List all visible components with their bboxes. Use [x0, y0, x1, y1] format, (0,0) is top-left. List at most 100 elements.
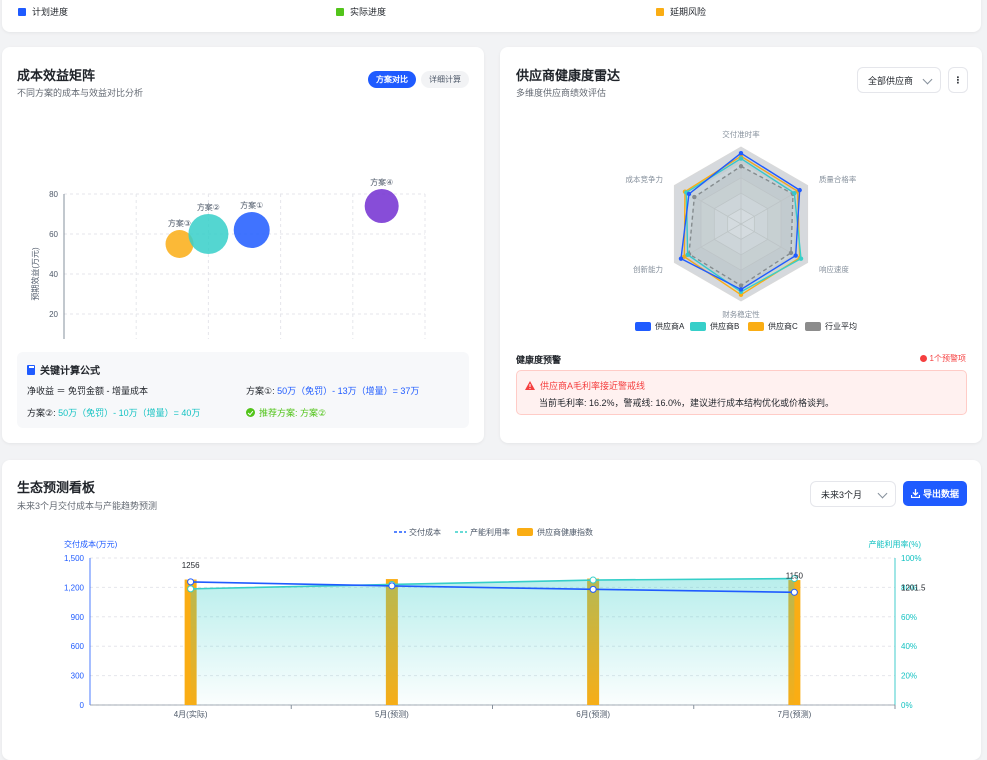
recommend-row: 推荐方案: 方案② — [246, 406, 326, 419]
formula-line-3: 方案②: 50万（免罚）- 10万（增量）= 40万 — [27, 408, 201, 418]
utilization-point — [187, 585, 195, 593]
annotation-label: 1201.5 — [901, 583, 926, 592]
legend-label: 产能利用率 — [470, 527, 510, 537]
cost-point — [790, 588, 798, 596]
forecast-legend-item: 交付成本 — [394, 527, 441, 537]
radar-point — [798, 256, 804, 261]
legend-actual: 实际进度 — [336, 5, 386, 18]
forecast-subtitle: 未来3个月交付成本与产能趋势预测 — [17, 501, 158, 511]
forecast-chart: 交付成本 产能利用率 供应商健康指数交付成本(万元) 产能利用率(%) 0 300 600 9… — [64, 527, 926, 719]
forecast-legend-item: 产能利用率 — [455, 527, 510, 537]
y-right-axis-title: 产能利用率(%) — [869, 539, 922, 549]
matrix-subtitle: 不同方案的成本与效益对比分析 — [17, 88, 144, 98]
radar-axis-label: 财务稳定性 — [722, 309, 760, 319]
radar-legend-item[interactable]: 供应商A — [635, 321, 684, 332]
export-button[interactable]: 导出数据 — [903, 481, 967, 506]
bubble-chart: 0204060800510152025增量成本(万元)预期效益(万元)方案③方案… — [30, 177, 426, 339]
y-tick-label: 40 — [49, 270, 58, 279]
radar-subtitle: 多维度供应商绩效评估 — [516, 88, 607, 98]
x-tick-label: 4月(实际) — [174, 709, 208, 719]
bubble-label: 方案③ — [168, 218, 191, 228]
radar-point — [793, 253, 798, 258]
top-legend-card: 计划进度 实际进度 延期风险 — [2, 0, 981, 32]
radar-legend-item[interactable]: 供应商C — [748, 321, 798, 332]
chevron-down-icon — [877, 488, 888, 499]
bubble-label: 方案① — [240, 200, 263, 210]
x-tick-label: 6月(预测) — [576, 709, 610, 719]
formula-line-1: 净收益 ＝ 免罚金额 - 增量成本 — [27, 386, 148, 396]
formula-line-2: 方案①: 50万（免罚）- 13万（增量）= 37万 — [246, 386, 420, 396]
radar-chart: 交付准时率质量合格率响应速度财务稳定性 创新能力 成本竞争力 — [626, 129, 857, 319]
check-circle-icon — [246, 408, 255, 417]
radar-axis-label: 质量合格率 — [819, 174, 857, 184]
radar-axis-label: 交付准时率 — [722, 129, 760, 139]
x-tick-label: 7月(预测) — [777, 709, 811, 719]
legend-swatch-icon — [690, 322, 706, 331]
legend-swatch-icon — [517, 528, 533, 536]
forecast-title: 生态预测看板 — [17, 480, 96, 495]
y-left-tick-label: 900 — [71, 613, 85, 622]
radar-legend-item[interactable]: 供应商B — [690, 321, 739, 332]
radar-axis-label: 响应速度 — [819, 264, 849, 274]
planned-swatch-icon — [18, 7, 26, 16]
radar-point — [738, 287, 744, 292]
formula-title-row: 关键计算公式 — [27, 362, 100, 377]
bubble-label: 方案② — [197, 202, 220, 212]
detail-button[interactable]: 详细计算 — [421, 71, 469, 88]
cost-point — [388, 582, 396, 590]
health-alert-title: 健康度预警 — [516, 355, 562, 365]
y-left-tick-label: 600 — [71, 642, 85, 651]
supplier-select[interactable]: 全部供应商 — [857, 67, 941, 93]
y-right-tick-label: 20% — [901, 672, 917, 681]
download-icon — [910, 489, 920, 498]
x-tick-label: 5月(预测) — [375, 709, 409, 719]
cost-point — [187, 578, 195, 586]
y-right-tick-label: 0% — [901, 701, 913, 710]
radar-point — [686, 191, 692, 197]
period-select[interactable]: 未来3个月 — [810, 481, 896, 507]
chevron-down-icon — [922, 74, 933, 85]
y-tick-label: 20 — [49, 310, 58, 319]
radar-legend-item[interactable]: 行业平均 — [805, 321, 857, 332]
legend-label: 供应商健康指数 — [537, 527, 593, 537]
y-left-tick-label: 1,200 — [64, 583, 85, 592]
radar-axis-label: 成本竞争力 — [626, 174, 664, 184]
bubble-point — [364, 189, 399, 223]
radar-point — [678, 256, 684, 261]
legend-label: 交付成本 — [409, 527, 441, 537]
radar-card: 供应商健康度雷达 多维度供应商绩效评估 全部供应商 ⋮ 交付准时率质量合格率响应… — [500, 47, 982, 443]
compare-button[interactable]: 方案对比 — [368, 71, 416, 88]
radar-title: 供应商健康度雷达 — [516, 68, 621, 83]
alert-head-row: 供应商A毛利率接近警戒线 — [525, 379, 645, 392]
risk-swatch-icon — [656, 7, 664, 16]
calculator-icon — [27, 364, 35, 375]
radar-legend: 供应商A 供应商B 供应商C 行业平均 — [500, 321, 982, 333]
y-tick-label: 80 — [49, 190, 58, 199]
y-left-tick-label: 0 — [80, 701, 85, 710]
radar-point — [797, 187, 802, 193]
y-tick-label: 60 — [49, 230, 58, 239]
legend-swatch-icon — [635, 322, 651, 331]
y-left-tick-label: 1,500 — [64, 554, 85, 563]
bubble-point — [188, 214, 229, 254]
matrix-title: 成本效益矩阵 — [17, 68, 96, 83]
annotation-label: 1256 — [182, 561, 200, 570]
y-right-tick-label: 60% — [901, 613, 917, 622]
alert-count-badge: 1个预警项 — [919, 353, 966, 364]
more-menu-button[interactable]: ⋮ — [948, 67, 968, 93]
alert-body: 当前毛利率: 16.2%，警戒线: 16.0%，建议进行成本结构优化或价格谈判。 — [539, 398, 835, 408]
legend-risk: 延期风险 — [656, 5, 706, 18]
legend-planned: 计划进度 — [18, 5, 68, 18]
radar-axis-label: 创新能力 — [633, 264, 663, 274]
y-right-tick-label: 40% — [901, 642, 917, 651]
utilization-area — [190, 578, 795, 705]
annotation-label: 1150 — [786, 571, 804, 580]
y-left-axis-title: 交付成本(万元) — [64, 539, 118, 549]
bubble-point — [233, 212, 270, 248]
legend-swatch-icon — [805, 322, 821, 331]
formula-box: 关键计算公式 净收益 ＝ 免罚金额 - 增量成本 方案①: 50万（免罚）- 1… — [17, 352, 469, 428]
legend-swatch-icon — [748, 322, 764, 331]
actual-swatch-icon — [336, 7, 344, 16]
y-right-tick-label: 100% — [901, 554, 921, 563]
y-axis-label: 预期效益(万元) — [30, 247, 40, 301]
